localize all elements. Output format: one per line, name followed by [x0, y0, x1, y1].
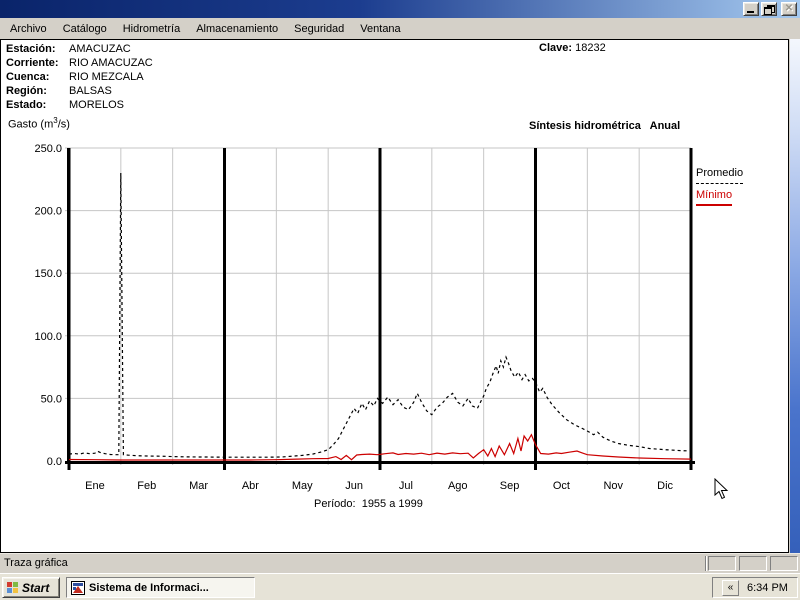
month-label: Abr: [242, 480, 259, 492]
legend-minimo: Mínimo: [696, 189, 733, 206]
y-tick-label: 0.0: [47, 456, 62, 468]
mouse-cursor: [714, 478, 729, 500]
quarter-line: [534, 148, 537, 470]
station-value: AMACUZAC: [69, 43, 131, 55]
menu-seguridad[interactable]: Seguridad: [286, 21, 352, 37]
document-area: Estación: AMACUZAC Corriente: RIO AMACUZAC…: [0, 39, 789, 553]
menu-bar: Archivo Catálogo Hidrometría Almacenamie…: [0, 18, 800, 39]
clave-field: Clave: 18232: [539, 42, 606, 54]
corriente-value: RIO AMACUZAC: [69, 57, 153, 69]
month-label: Nov: [603, 480, 623, 492]
restore-button[interactable]: [761, 2, 777, 16]
menu-almacenamiento[interactable]: Almacenamiento: [188, 21, 286, 37]
windows-logo-icon: [7, 581, 19, 594]
cuenca-label: Cuenca:: [6, 71, 50, 83]
close-button[interactable]: ✕: [781, 2, 797, 16]
station-info: Estación: AMACUZAC Corriente: RIO AMACUZAC…: [6, 42, 153, 112]
period-caption: Período: 1955 a 1999: [314, 498, 423, 510]
taskbar: Start Sistema de Informaci... « 6:34 PM: [0, 573, 800, 600]
estado-value: MORELOS: [69, 99, 125, 111]
quarter-line: [689, 148, 693, 470]
start-label: Start: [22, 580, 50, 595]
station-row: Región: BALSAS: [6, 84, 153, 98]
y-axis: [67, 148, 69, 464]
station-row: Corriente: RIO AMACUZAC: [6, 56, 153, 70]
station-row: Cuenca: RIO MEZCALA: [6, 70, 153, 84]
month-label: Dic: [657, 480, 673, 492]
estado-label: Estado:: [6, 99, 47, 111]
station-row: Estado: MORELOS: [6, 98, 153, 112]
region-value: BALSAS: [69, 85, 112, 97]
hydrograph-chart: 0.0 50.0 100.0 150.0 200.0 250.0 Ene Feb Mar Abr M…: [34, 143, 695, 492]
station-label: Estación:: [6, 43, 56, 55]
chart-title: Síntesis hidrométrica Anual: [529, 120, 681, 132]
clave-label: Clave:: [539, 42, 573, 54]
status-panel: [708, 556, 736, 571]
x-axis: [65, 461, 695, 464]
month-label: Mar: [189, 480, 208, 492]
menu-hidrometria[interactable]: Hidrometría: [115, 21, 188, 37]
y-tick-label: 200.0: [34, 206, 62, 218]
month-label: Ago: [448, 480, 468, 492]
minimize-button[interactable]: [743, 2, 759, 16]
desktop-screen: Sistema de Información de Aguas Superfic…: [0, 0, 800, 600]
month-label: Feb: [137, 480, 156, 492]
clave-value: 18232: [575, 42, 606, 54]
start-button[interactable]: Start: [2, 577, 60, 598]
minimize-icon: [747, 11, 754, 13]
corriente-label: Corriente:: [6, 57, 59, 69]
task-label: Sistema de Informaci...: [89, 581, 209, 594]
month-label: May: [292, 480, 313, 492]
cuenca-value: RIO MEZCALA: [69, 71, 144, 83]
month-label: Jul: [399, 480, 413, 492]
window-controls: ✕: [741, 2, 797, 16]
region-label: Región:: [6, 85, 47, 97]
station-row: Estación: AMACUZAC: [6, 42, 153, 56]
y-axis-title: Gasto (m3/s): [8, 116, 70, 131]
close-icon: ✕: [784, 3, 794, 14]
window-titlebar[interactable]: Sistema de Información de Aguas Superfic…: [0, 0, 800, 33]
taskbar-task-sistema[interactable]: Sistema de Informaci...: [66, 577, 255, 598]
y-tick-label: 50.0: [41, 393, 62, 405]
y-tick-label: 250.0: [34, 143, 62, 155]
background-edge-strip: [790, 39, 800, 553]
menu-catalogo[interactable]: Catálogo: [55, 21, 115, 37]
status-panel: [739, 556, 767, 571]
status-divider: [705, 556, 707, 571]
month-label: Sep: [500, 480, 520, 492]
status-text: Traza gráfica: [4, 557, 68, 569]
status-bar: Traza gráfica: [0, 553, 800, 573]
legend-promedio: Promedio: [696, 167, 744, 184]
tray-clock: 6:34 PM: [747, 581, 788, 594]
y-tick-label: 150.0: [34, 268, 62, 280]
month-label: Ene: [85, 480, 105, 492]
month-label: Jun: [345, 480, 363, 492]
y-tick-label: 100.0: [34, 331, 62, 343]
menu-ventana[interactable]: Ventana: [352, 21, 408, 37]
month-label: Oct: [553, 480, 570, 492]
app-icon: [71, 580, 85, 595]
quarter-line: [223, 148, 226, 470]
quarter-line: [378, 148, 382, 470]
tray-chevron-button[interactable]: «: [722, 579, 739, 596]
system-tray: « 6:34 PM: [712, 577, 798, 598]
menu-archivo[interactable]: Archivo: [2, 21, 55, 37]
status-panel: [770, 556, 798, 571]
